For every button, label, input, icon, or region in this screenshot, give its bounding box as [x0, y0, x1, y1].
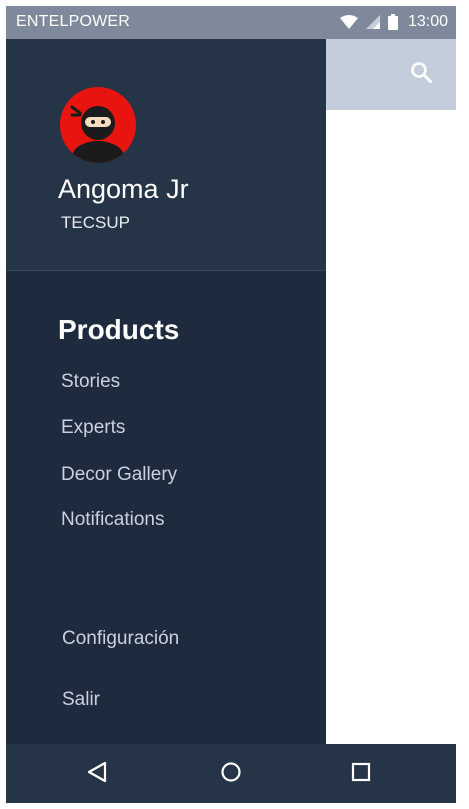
status-bar: ENTELPOWER 13:00 [6, 6, 456, 39]
avatar[interactable] [60, 87, 136, 163]
status-time: 13:00 [407, 13, 448, 30]
back-button[interactable] [84, 761, 110, 787]
battery-icon [387, 14, 398, 30]
ninja-avatar-icon [60, 87, 136, 167]
menu-item-configuracion[interactable]: Configuración [62, 628, 179, 650]
back-icon [86, 761, 108, 788]
home-icon [220, 761, 242, 788]
recents-button[interactable] [348, 761, 374, 787]
user-name: Angoma Jr [58, 174, 189, 204]
user-organization: TECSUP [61, 213, 130, 232]
search-button[interactable] [406, 59, 436, 89]
menu-item-stories[interactable]: Stories [61, 371, 120, 393]
menu-item-experts[interactable]: Experts [61, 417, 125, 439]
status-icons: 13:00 [339, 11, 448, 33]
search-icon [409, 60, 433, 89]
wifi-icon [339, 15, 358, 29]
home-button[interactable] [218, 761, 244, 787]
navigation-drawer: Angoma Jr TECSUP Products Stories Expert… [6, 39, 326, 744]
section-title-products: Products [58, 314, 180, 345]
menu-item-notifications[interactable]: Notifications [61, 509, 165, 531]
drawer-header: Angoma Jr TECSUP [6, 39, 326, 271]
carrier-name: ENTELPOWER [16, 13, 131, 30]
recents-icon [350, 761, 372, 788]
menu-item-salir[interactable]: Salir [62, 689, 100, 711]
signal-icon [365, 15, 380, 29]
menu-item-decor-gallery[interactable]: Decor Gallery [61, 464, 177, 486]
phone-screen: ENTELPOWER 13:00 Angoma Jr TECSUP Produc… [6, 6, 456, 803]
system-navigation-bar [6, 744, 456, 803]
